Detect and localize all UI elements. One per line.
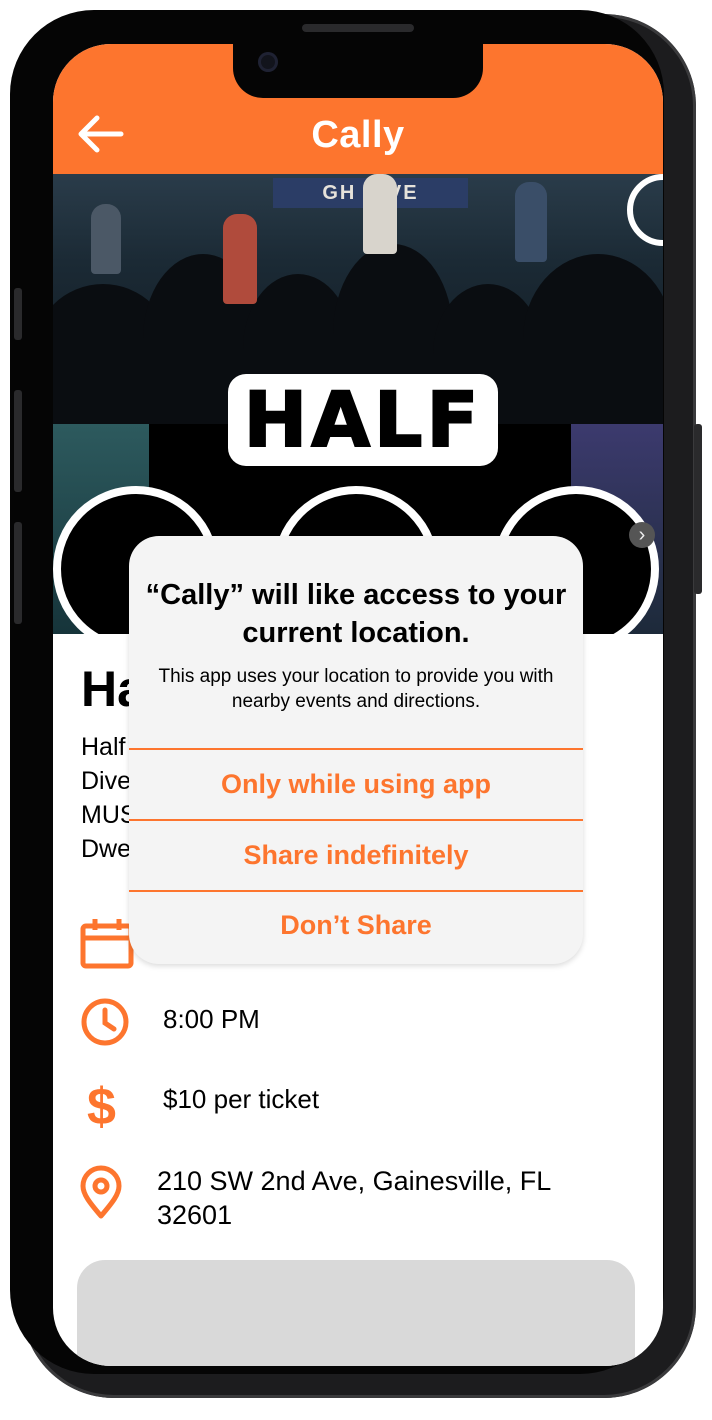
power-button	[694, 424, 702, 594]
calendar-icon	[80, 919, 134, 969]
only-while-using-button[interactable]: Only while using app	[129, 750, 583, 818]
time-row: 8:00 PM	[79, 994, 639, 1054]
chevron-right-icon[interactable]: ›	[629, 522, 655, 548]
event-address[interactable]: 210 SW 2nd Ave, Gainesville, FL 32601	[157, 1164, 617, 1232]
share-indefinitely-button[interactable]: Share indefinitely	[129, 821, 583, 889]
speaker-grille	[302, 24, 414, 32]
dialog-title: “Cally” will like access to your current…	[145, 579, 567, 649]
map-placeholder-card[interactable]	[77, 1260, 635, 1366]
event-price: $10 per ticket	[163, 1084, 320, 1114]
map-pin-icon	[80, 1165, 122, 1219]
volume-down-button	[14, 522, 22, 624]
band-logo: HALF	[228, 374, 498, 466]
event-time: 8:00 PM	[163, 1004, 260, 1034]
app-title: Cally	[311, 114, 405, 156]
location-row[interactable]: 210 SW 2nd Ave, Gainesville, FL 32601	[79, 1164, 639, 1244]
svg-text:$: $	[87, 1078, 116, 1130]
front-camera	[258, 52, 278, 72]
dont-share-button[interactable]: Don’t Share	[129, 891, 583, 959]
mute-switch	[14, 288, 22, 340]
dollar-icon: $	[87, 1078, 116, 1130]
volume-up-button	[14, 390, 22, 492]
location-permission-dialog: “Cally” will like access to your current…	[129, 536, 583, 964]
clock-icon	[81, 998, 129, 1046]
price-row: $ $10 per ticket	[79, 1074, 639, 1134]
dialog-message: This app uses your location to provide y…	[158, 666, 554, 712]
